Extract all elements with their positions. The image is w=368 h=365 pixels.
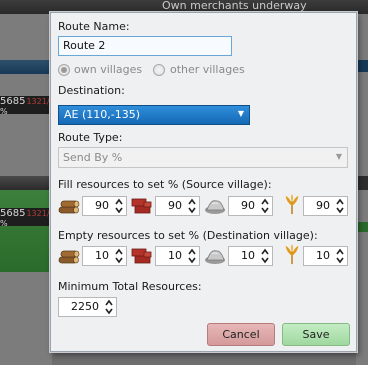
arrow-up-icon[interactable] — [187, 198, 197, 206]
arrow-down-icon[interactable] — [187, 206, 197, 214]
empty-iron-value: 10 — [241, 249, 255, 262]
wood-icon — [58, 200, 80, 214]
min-total-value: 2250 — [71, 300, 99, 313]
background-band — [0, 60, 52, 74]
background-village-pct: % — [0, 107, 8, 116]
crop-icon — [285, 243, 299, 265]
background-green-panel — [0, 190, 52, 272]
destination-label: Destination: — [58, 84, 125, 97]
iron-icon — [205, 250, 225, 264]
fill-wood-value: 90 — [95, 199, 109, 212]
background-village-sub: 1321/ — [26, 97, 50, 106]
background-village-sub: 1321/ — [26, 209, 50, 218]
background-village-pct: % — [0, 219, 8, 228]
arrow-up-icon[interactable] — [260, 198, 270, 206]
background-village-row: 56851321/ % — [0, 208, 52, 228]
fill-clay-value: 90 — [168, 199, 182, 212]
arrow-down-icon[interactable] — [114, 256, 124, 264]
fill-crop-stepper[interactable]: 90 — [303, 196, 348, 216]
arrow-up-icon[interactable] — [335, 248, 345, 256]
chevron-down-icon: ▼ — [335, 152, 342, 161]
arrow-down-icon[interactable] — [114, 206, 124, 214]
arrow-down-icon[interactable] — [104, 307, 114, 315]
own-villages-label: own villages — [74, 63, 143, 76]
background-header-text: Own merchants underway — [162, 0, 307, 12]
arrow-down-icon[interactable] — [187, 256, 197, 264]
route-type-label: Route Type: — [58, 131, 123, 144]
arrow-down-icon[interactable] — [335, 206, 345, 214]
trade-route-dialog: Route Name: Route 2 own villages other v… — [50, 12, 357, 352]
save-button[interactable]: Save — [282, 323, 350, 346]
fill-iron-value: 90 — [241, 199, 255, 212]
route-type-select[interactable]: Send By % ▼ — [58, 147, 348, 168]
background-right-band-dark — [356, 176, 368, 190]
wood-icon — [58, 250, 80, 264]
arrow-up-icon[interactable] — [260, 248, 270, 256]
background-village-value: 5685 — [0, 96, 26, 107]
route-name-label: Route Name: — [58, 20, 130, 33]
arrow-up-icon[interactable] — [335, 198, 345, 206]
background-village-value: 5685 — [0, 208, 26, 219]
fill-resources-label: Fill resources to set % (Source village)… — [58, 178, 272, 191]
destination-value: AE (110,-135) — [64, 108, 141, 121]
route-type-value: Send By % — [63, 151, 123, 164]
destination-select[interactable]: AE (110,-135) ▼ — [58, 105, 250, 125]
empty-clay-stepper[interactable]: 10 — [155, 246, 200, 266]
empty-crop-value: 10 — [316, 249, 330, 262]
empty-clay-value: 10 — [168, 249, 182, 262]
background-village-row: 56851321/ % — [0, 96, 52, 116]
chevron-down-icon: ▼ — [237, 109, 244, 118]
empty-iron-stepper[interactable]: 10 — [228, 246, 273, 266]
own-villages-radio[interactable] — [58, 64, 70, 76]
fill-crop-value: 90 — [316, 199, 330, 212]
arrow-up-icon[interactable] — [187, 248, 197, 256]
cancel-button[interactable]: Cancel — [207, 323, 275, 346]
other-villages-radio[interactable] — [153, 64, 165, 76]
clay-icon — [131, 248, 152, 264]
min-total-stepper[interactable]: 2250 — [58, 297, 117, 317]
clay-icon — [131, 198, 152, 214]
arrow-up-icon[interactable] — [114, 248, 124, 256]
arrow-down-icon[interactable] — [260, 206, 270, 214]
empty-wood-value: 10 — [95, 249, 109, 262]
arrow-down-icon[interactable] — [260, 256, 270, 264]
background-right-band — [356, 60, 368, 72]
arrow-up-icon[interactable] — [104, 299, 114, 307]
crop-icon — [285, 193, 299, 215]
empty-resources-label: Empty resources to set % (Destination vi… — [58, 229, 318, 242]
fill-iron-stepper[interactable]: 90 — [228, 196, 273, 216]
min-total-label: Minimum Total Resources: — [58, 280, 202, 293]
fill-clay-stepper[interactable]: 90 — [155, 196, 200, 216]
other-villages-label: other villages — [170, 63, 245, 76]
iron-icon — [205, 200, 225, 214]
route-name-input[interactable]: Route 2 — [58, 36, 232, 56]
empty-crop-stepper[interactable]: 10 — [303, 246, 348, 266]
background-right-band-green — [356, 222, 368, 232]
empty-wood-stepper[interactable]: 10 — [82, 246, 127, 266]
fill-wood-stepper[interactable]: 90 — [82, 196, 127, 216]
arrow-up-icon[interactable] — [114, 198, 124, 206]
arrow-down-icon[interactable] — [335, 256, 345, 264]
